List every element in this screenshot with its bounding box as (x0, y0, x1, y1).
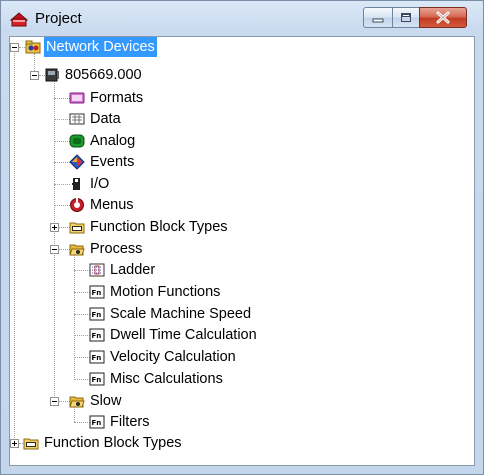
tree-item-events[interactable]: Events (69, 152, 136, 172)
tree-item-motion-functions[interactable]: Fn Motion Functions (89, 282, 222, 302)
tree-item-label: Formats (90, 90, 144, 106)
tree-item-label: Slow (90, 393, 122, 409)
events-icon (69, 154, 85, 170)
tree-line (74, 254, 75, 380)
tree-line (74, 270, 90, 271)
close-button[interactable] (419, 7, 467, 28)
title-bar[interactable]: Project (1, 1, 483, 37)
data-icon (69, 111, 85, 127)
tree-item-velocity-calculation[interactable]: Fn Velocity Calculation (89, 347, 238, 367)
folder-icon (23, 435, 39, 451)
tree-line (74, 357, 90, 358)
open-folder-icon (69, 241, 85, 257)
tree-line (54, 119, 70, 120)
tree-item-label: Analog (90, 133, 136, 149)
tree-item-function-block-types-root[interactable]: Function Block Types (23, 433, 184, 453)
tree-item-network-devices[interactable]: Network Devices (25, 37, 157, 57)
function-block-icon: Fn (89, 306, 105, 322)
tree-line (54, 184, 70, 185)
tree-item-analog[interactable]: Analog (69, 131, 137, 151)
analog-icon (69, 133, 85, 149)
function-block-icon: Fn (89, 371, 105, 387)
open-folder-icon (69, 393, 85, 409)
tree-line (54, 205, 70, 206)
tree-item-io[interactable]: I/O (69, 174, 111, 194)
tree-item-label: Motion Functions (110, 284, 221, 300)
window-title: Project (35, 10, 82, 27)
function-block-icon: Fn (89, 349, 105, 365)
svg-text:Fn: Fn (92, 311, 102, 319)
menus-icon (69, 197, 85, 213)
expand-toggle[interactable] (50, 223, 59, 232)
formats-icon (69, 90, 85, 106)
project-tree-pane[interactable]: Network Devices 805669.000 Formats Data … (9, 36, 475, 466)
tree-line (54, 98, 70, 99)
tree-line (54, 162, 70, 163)
tree-line (74, 314, 90, 315)
folder-icon (69, 219, 85, 235)
ladder-icon (89, 262, 105, 278)
tree-item-label: Dwell Time Calculation (110, 327, 257, 343)
svg-text:Fn: Fn (92, 419, 102, 427)
device-icon (44, 67, 60, 83)
function-block-icon: Fn (89, 284, 105, 300)
tree-item-label: Data (90, 111, 121, 127)
tree-line (74, 379, 90, 380)
io-icon (69, 176, 85, 192)
tree-item-label: 805669.000 (65, 67, 142, 83)
tree-line (54, 141, 70, 142)
tree-line (74, 292, 90, 293)
tree-item-function-block-types[interactable]: Function Block Types (69, 217, 230, 237)
tree-item-label: Menus (90, 197, 134, 213)
project-window: Project Network Devices 805669.000 Forma… (0, 0, 484, 475)
tree-item-label: Misc Calculations (110, 371, 223, 387)
tree-item-label: Network Devices (44, 37, 157, 57)
project-tree: Network Devices 805669.000 Formats Data … (10, 37, 474, 465)
tree-item-misc-calculations[interactable]: Fn Misc Calculations (89, 369, 225, 389)
tree-item-formats[interactable]: Formats (69, 88, 145, 108)
tree-line (14, 51, 15, 444)
tree-item-device[interactable]: 805669.000 (44, 65, 144, 85)
tree-item-menus[interactable]: Menus (69, 195, 136, 215)
tree-item-label: Scale Machine Speed (110, 306, 252, 322)
tree-item-label: Velocity Calculation (110, 349, 236, 365)
collapse-toggle[interactable] (30, 71, 39, 80)
tree-item-dwell-time-calculation[interactable]: Fn Dwell Time Calculation (89, 325, 259, 345)
collapse-toggle[interactable] (50, 397, 59, 406)
collapse-toggle[interactable] (50, 245, 59, 254)
tree-line (74, 335, 90, 336)
tree-item-ladder[interactable]: Ladder (89, 260, 157, 280)
project-icon (9, 11, 29, 27)
svg-text:Fn: Fn (92, 289, 102, 297)
tree-item-scale-machine-speed[interactable]: Fn Scale Machine Speed (89, 304, 253, 324)
tree-item-data[interactable]: Data (69, 109, 123, 129)
tree-item-label: Events (90, 154, 135, 170)
tree-item-label: Function Block Types (44, 435, 182, 451)
expand-toggle[interactable] (10, 439, 19, 448)
tree-item-slow[interactable]: Slow (69, 391, 123, 411)
svg-text:Fn: Fn (92, 332, 102, 340)
tree-line (54, 80, 55, 402)
tree-item-label: I/O (90, 176, 110, 192)
svg-text:Fn: Fn (92, 376, 102, 384)
maximize-button[interactable] (392, 7, 420, 28)
svg-text:Fn: Fn (92, 354, 102, 362)
function-block-icon: Fn (89, 327, 105, 343)
tree-line (74, 422, 90, 423)
function-block-icon: Fn (89, 414, 105, 430)
collapse-toggle[interactable] (10, 43, 19, 52)
tree-item-label: Filters (110, 414, 150, 430)
tree-item-label: Process (90, 241, 143, 257)
tree-item-filters[interactable]: Fn Filters (89, 412, 151, 432)
tree-item-label: Function Block Types (90, 219, 228, 235)
tree-item-process[interactable]: Process (69, 239, 144, 259)
minimize-button[interactable] (363, 7, 393, 28)
network-devices-icon (25, 39, 41, 55)
tree-item-label: Ladder (110, 262, 156, 278)
